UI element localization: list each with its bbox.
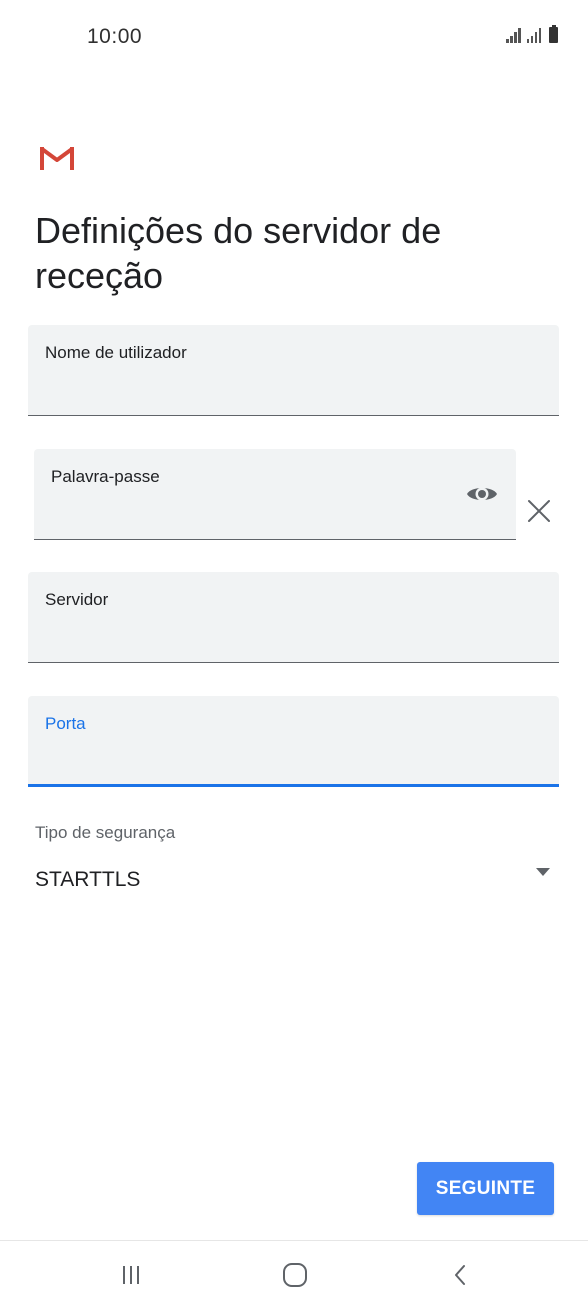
navigation-bar — [0, 1240, 588, 1309]
home-button[interactable] — [245, 1241, 345, 1309]
status-icons — [506, 25, 558, 43]
password-field[interactable]: Palavra-passe — [34, 449, 516, 540]
server-input[interactable] — [44, 624, 543, 652]
port-input[interactable] — [44, 746, 543, 774]
recents-icon — [123, 1266, 139, 1284]
server-field[interactable]: Servidor — [28, 572, 559, 663]
port-field[interactable]: Porta — [28, 696, 559, 787]
eye-icon[interactable] — [466, 482, 498, 506]
recents-button[interactable] — [81, 1241, 181, 1309]
username-label: Nome de utilizador — [45, 343, 187, 362]
username-field[interactable]: Nome de utilizador — [28, 325, 559, 416]
username-input[interactable] — [44, 377, 543, 405]
security-type-dropdown[interactable]: STARTTLS — [35, 866, 550, 900]
back-icon — [455, 1265, 465, 1285]
next-button[interactable]: SEGUINTE — [417, 1162, 554, 1215]
page-title: Definições do servidor de receção — [35, 210, 442, 296]
battery-icon — [549, 25, 558, 43]
security-type-label: Tipo de segurança — [35, 823, 176, 842]
server-label: Servidor — [45, 590, 109, 609]
status-bar: 10:00 — [0, 0, 588, 76]
port-label: Porta — [45, 714, 86, 733]
gmail-icon — [40, 147, 74, 170]
security-type-value: STARTTLS — [35, 868, 141, 891]
password-label: Palavra-passe — [51, 467, 160, 486]
signal-icon — [526, 27, 541, 43]
status-time: 10:00 — [87, 25, 143, 48]
close-icon[interactable] — [527, 499, 551, 523]
password-input[interactable] — [50, 501, 440, 529]
back-button[interactable] — [410, 1241, 510, 1309]
signal-icon — [506, 27, 521, 43]
home-icon — [283, 1263, 307, 1287]
dropdown-arrow-icon — [536, 868, 550, 876]
